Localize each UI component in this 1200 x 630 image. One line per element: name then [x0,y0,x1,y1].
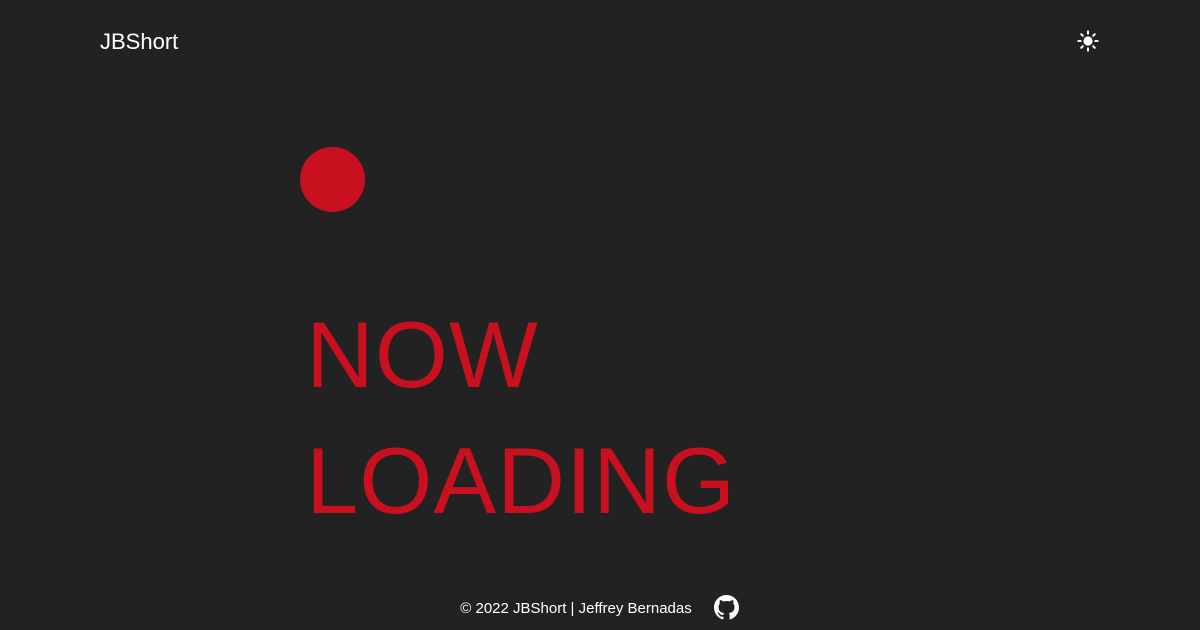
brand-logo-link[interactable]: JBShort [100,28,178,56]
footer-copyright: © 2022 JBShort | Jeffrey Bernadas [460,600,692,617]
github-icon [714,594,740,624]
loading-dot [300,147,365,212]
loading-text-line-loading: LOADING [306,428,737,533]
loading-text-line-now: NOW [306,302,539,407]
loading-text: NOW LOADING [306,292,736,544]
github-link[interactable] [714,594,740,624]
theme-toggle-button[interactable] [1076,29,1100,57]
sun-icon [1077,29,1099,57]
page: JBShort NOW LOADING © 2022 JBShort | Jef… [0,0,1200,630]
footer: © 2022 JBShort | Jeffrey Bernadas [0,594,1200,624]
